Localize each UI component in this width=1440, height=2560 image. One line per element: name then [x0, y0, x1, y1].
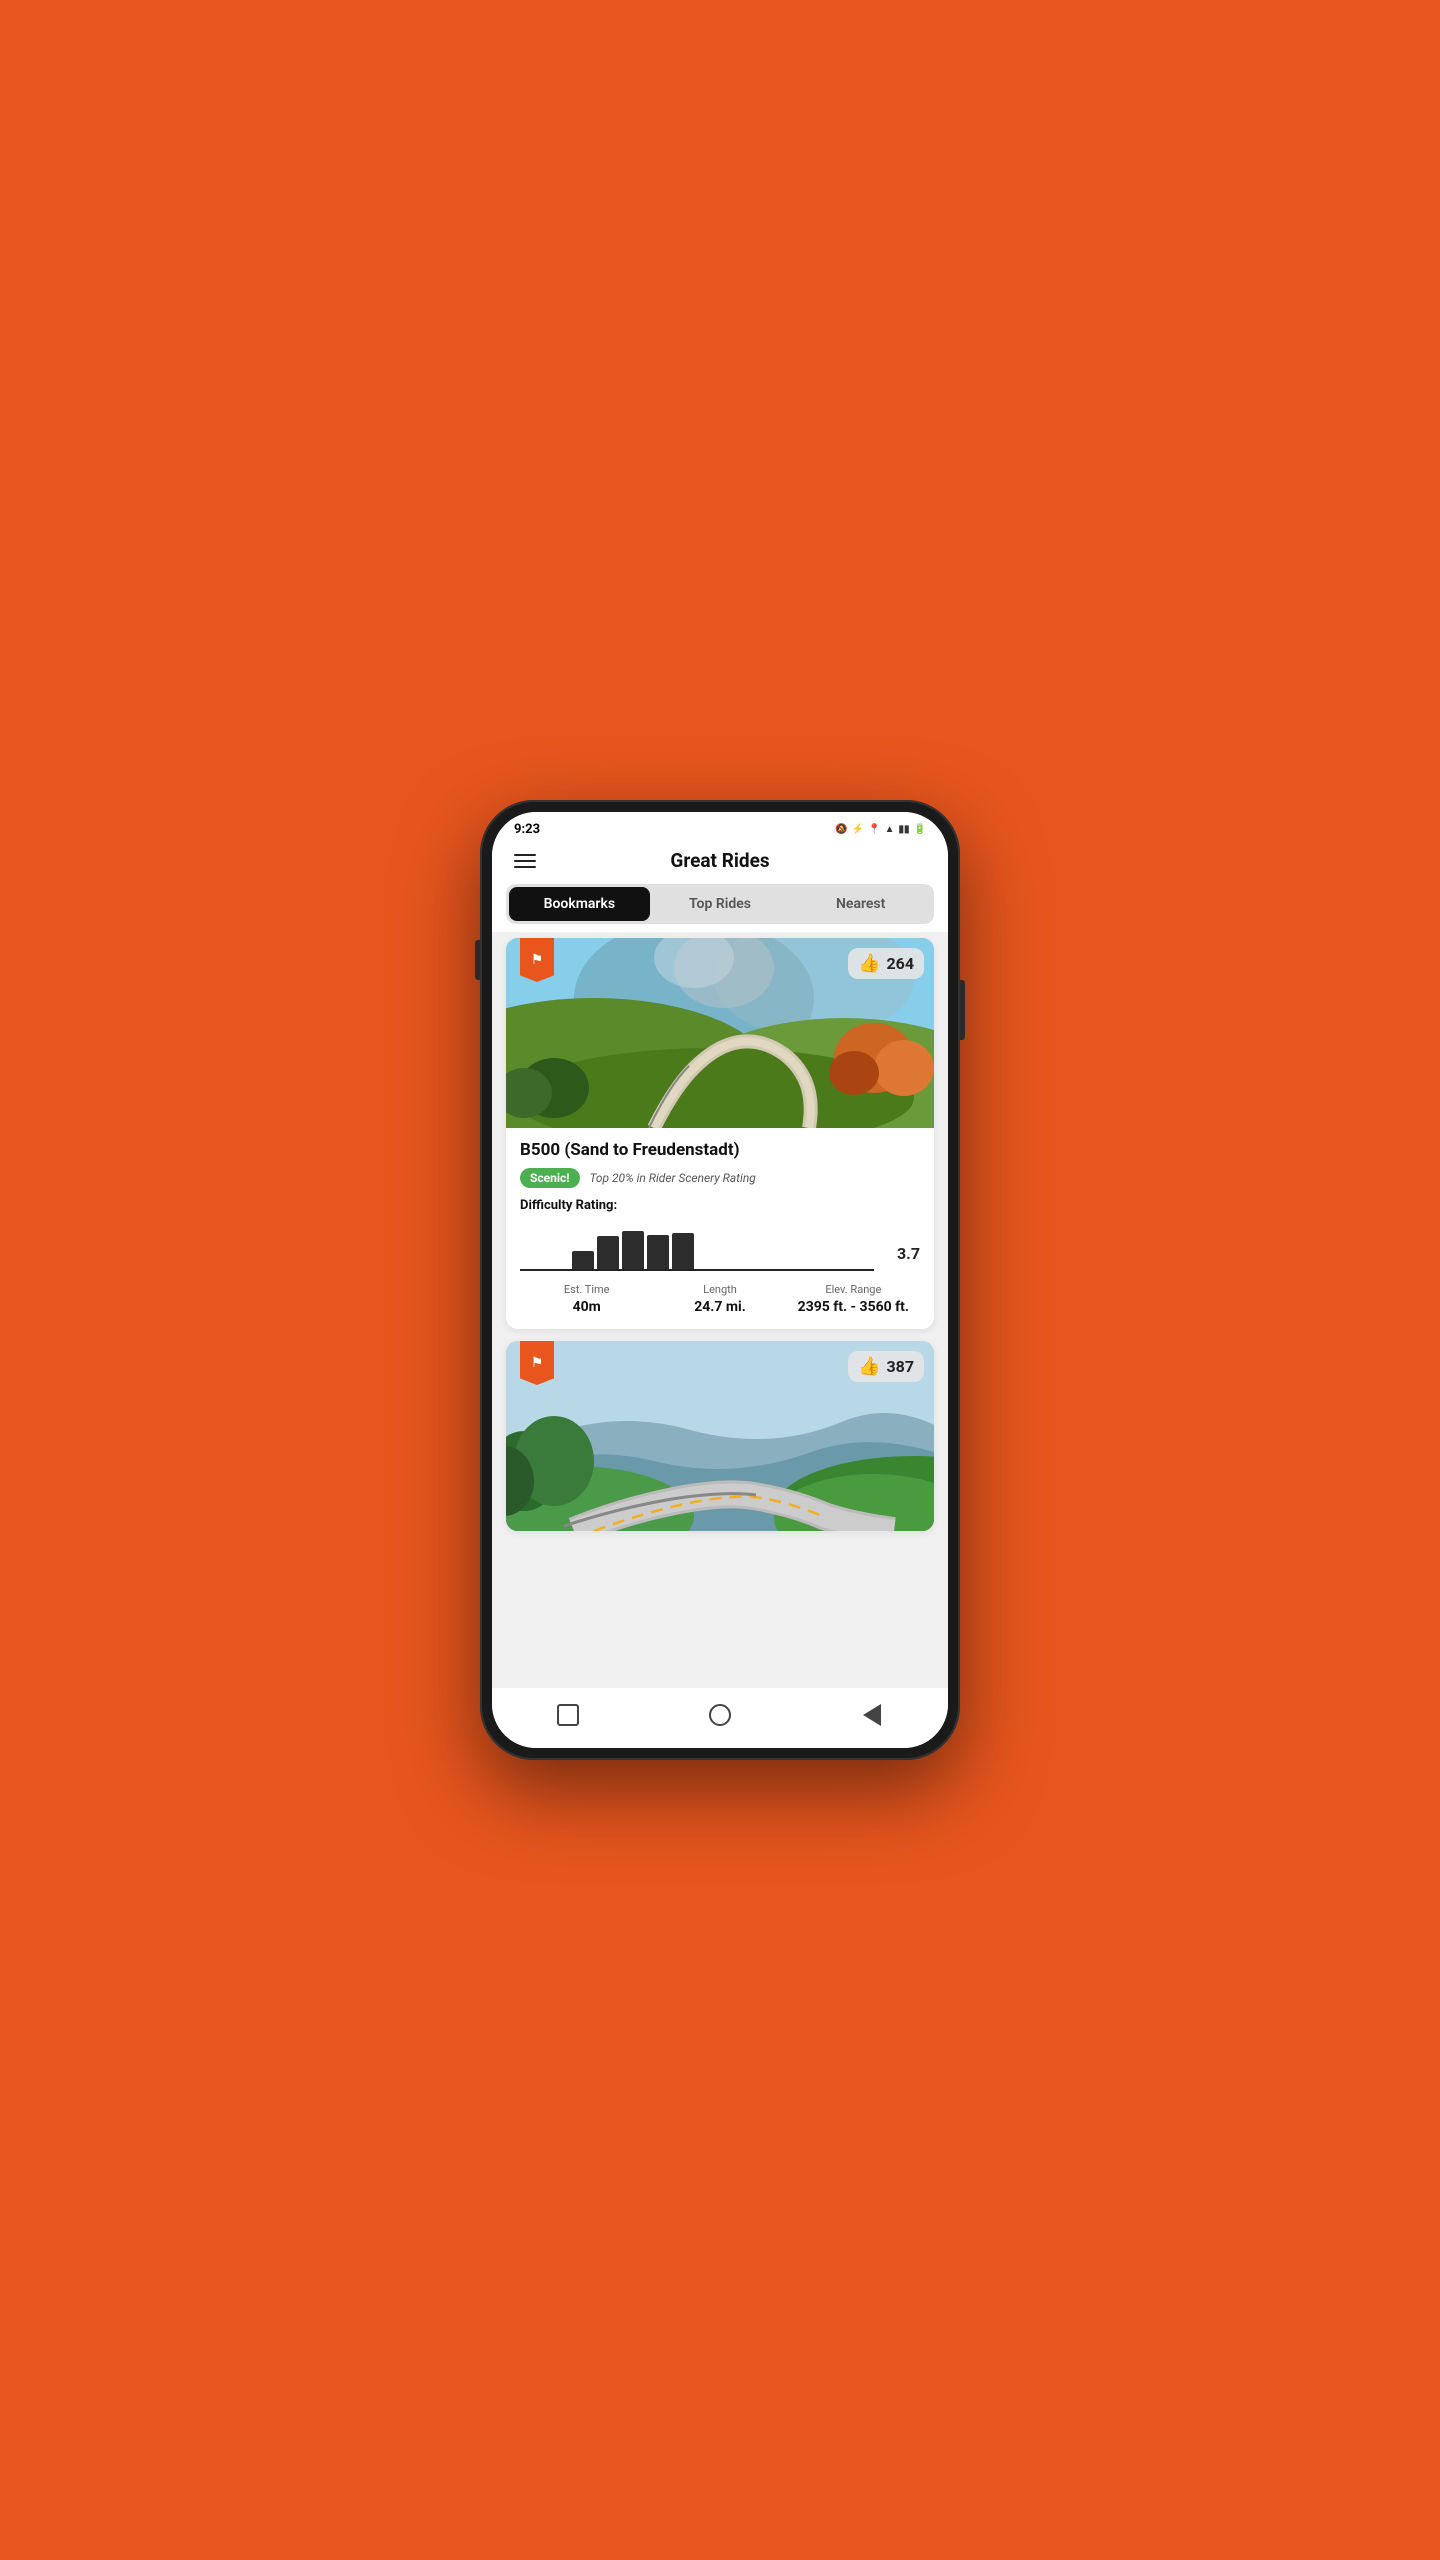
location-icon: 📍 [868, 824, 880, 835]
hamburger-line-3 [514, 866, 536, 868]
ride-card-1-image-container: ⚑ 👍 264 [506, 938, 934, 1128]
bluetooth-icon: ⚡ [852, 824, 864, 835]
diff-bar-3 [622, 1231, 644, 1271]
wifi-icon: ▲ [885, 824, 895, 835]
est-time-label: Est. Time [520, 1283, 653, 1296]
ride-2-likes-count: 387 [886, 1357, 914, 1376]
thumbs-up-icon-2: 👍 [858, 1356, 880, 1377]
menu-button[interactable] [510, 850, 540, 872]
phone-frame: 9:23 🔕 ⚡ 📍 ▲ ▮▮ 🔋 Great Rides Bookmarks [480, 800, 960, 1760]
rides-list: ⚑ 👍 264 B500 (Sand to Freudenstadt) Scen… [492, 932, 948, 1688]
ride-1-likes-badge: 👍 264 [848, 948, 924, 979]
ride-1-scenic-row: Scenic! Top 20% in Rider Scenery Rating [520, 1168, 920, 1188]
ride-1-likes-count: 264 [886, 954, 914, 973]
ride-card-2-image-container: ⚑ 👍 387 [506, 1341, 934, 1531]
ride-1-card-body: B500 (Sand to Freudenstadt) Scenic! Top … [506, 1128, 934, 1329]
tab-strip: Bookmarks Top Rides Nearest [506, 884, 934, 924]
ride-card-1[interactable]: ⚑ 👍 264 B500 (Sand to Freudenstadt) Scen… [506, 938, 934, 1329]
est-time-value: 40m [520, 1299, 653, 1315]
signal-icon: 🔕 [835, 824, 847, 835]
status-bar: 9:23 🔕 ⚡ 📍 ▲ ▮▮ 🔋 [492, 812, 948, 841]
tab-bookmarks[interactable]: Bookmarks [509, 887, 650, 921]
ride-2-bookmark-icon: ⚑ [520, 1341, 554, 1385]
stat-length: Length 24.7 mi. [653, 1283, 786, 1315]
ride-2-likes-badge: 👍 387 [848, 1351, 924, 1382]
stat-elev: Elev. Range 2395 ft. - 3560 ft. [787, 1283, 920, 1315]
app-header: Great Rides [492, 841, 948, 884]
tab-top-rides[interactable]: Top Rides [650, 887, 791, 921]
hamburger-line-1 [514, 854, 536, 856]
diff-bar-5 [672, 1233, 694, 1271]
scenic-badge: Scenic! [520, 1168, 580, 1188]
ride-card-2[interactable]: ⚑ 👍 387 [506, 1341, 934, 1531]
difficulty-value: 3.7 [897, 1244, 920, 1263]
thumbs-up-icon-1: 👍 [858, 953, 880, 974]
status-icons: 🔕 ⚡ 📍 ▲ ▮▮ 🔋 [835, 824, 926, 835]
nav-back-icon [863, 1704, 881, 1726]
bottom-nav [492, 1688, 948, 1748]
phone-screen: 9:23 🔕 ⚡ 📍 ▲ ▮▮ 🔋 Great Rides Bookmarks [492, 812, 948, 1748]
tab-nearest[interactable]: Nearest [790, 887, 931, 921]
battery-icon: 🔋 [914, 824, 926, 835]
nav-recent-apps-button[interactable] [551, 1698, 585, 1732]
ride-1-title: B500 (Sand to Freudenstadt) [520, 1140, 920, 1160]
signal-bars-icon: ▮▮ [899, 824, 910, 835]
app-title: Great Rides [540, 849, 900, 872]
diff-bar-2 [597, 1236, 619, 1271]
nav-square-icon [557, 1704, 579, 1726]
elev-label: Elev. Range [787, 1283, 920, 1296]
status-time: 9:23 [514, 822, 540, 837]
elev-value: 2395 ft. - 3560 ft. [787, 1299, 920, 1315]
hamburger-line-2 [514, 860, 536, 862]
difficulty-chart: 3.7 [520, 1221, 920, 1271]
nav-home-button[interactable] [703, 1698, 737, 1732]
nav-back-button[interactable] [855, 1698, 889, 1732]
stat-est-time: Est. Time 40m [520, 1283, 653, 1315]
length-value: 24.7 mi. [653, 1299, 786, 1315]
ride-1-stats: Est. Time 40m Length 24.7 mi. Elev. Rang… [520, 1283, 920, 1315]
ride-1-bookmark-icon: ⚑ [520, 938, 554, 982]
nav-circle-icon [709, 1704, 731, 1726]
chart-baseline [520, 1269, 874, 1271]
length-label: Length [653, 1283, 786, 1296]
scenic-text: Top 20% in Rider Scenery Rating [590, 1171, 756, 1185]
diff-bar-4 [647, 1235, 669, 1271]
difficulty-label: Difficulty Rating: [520, 1198, 920, 1213]
diff-bar-1 [572, 1251, 594, 1271]
